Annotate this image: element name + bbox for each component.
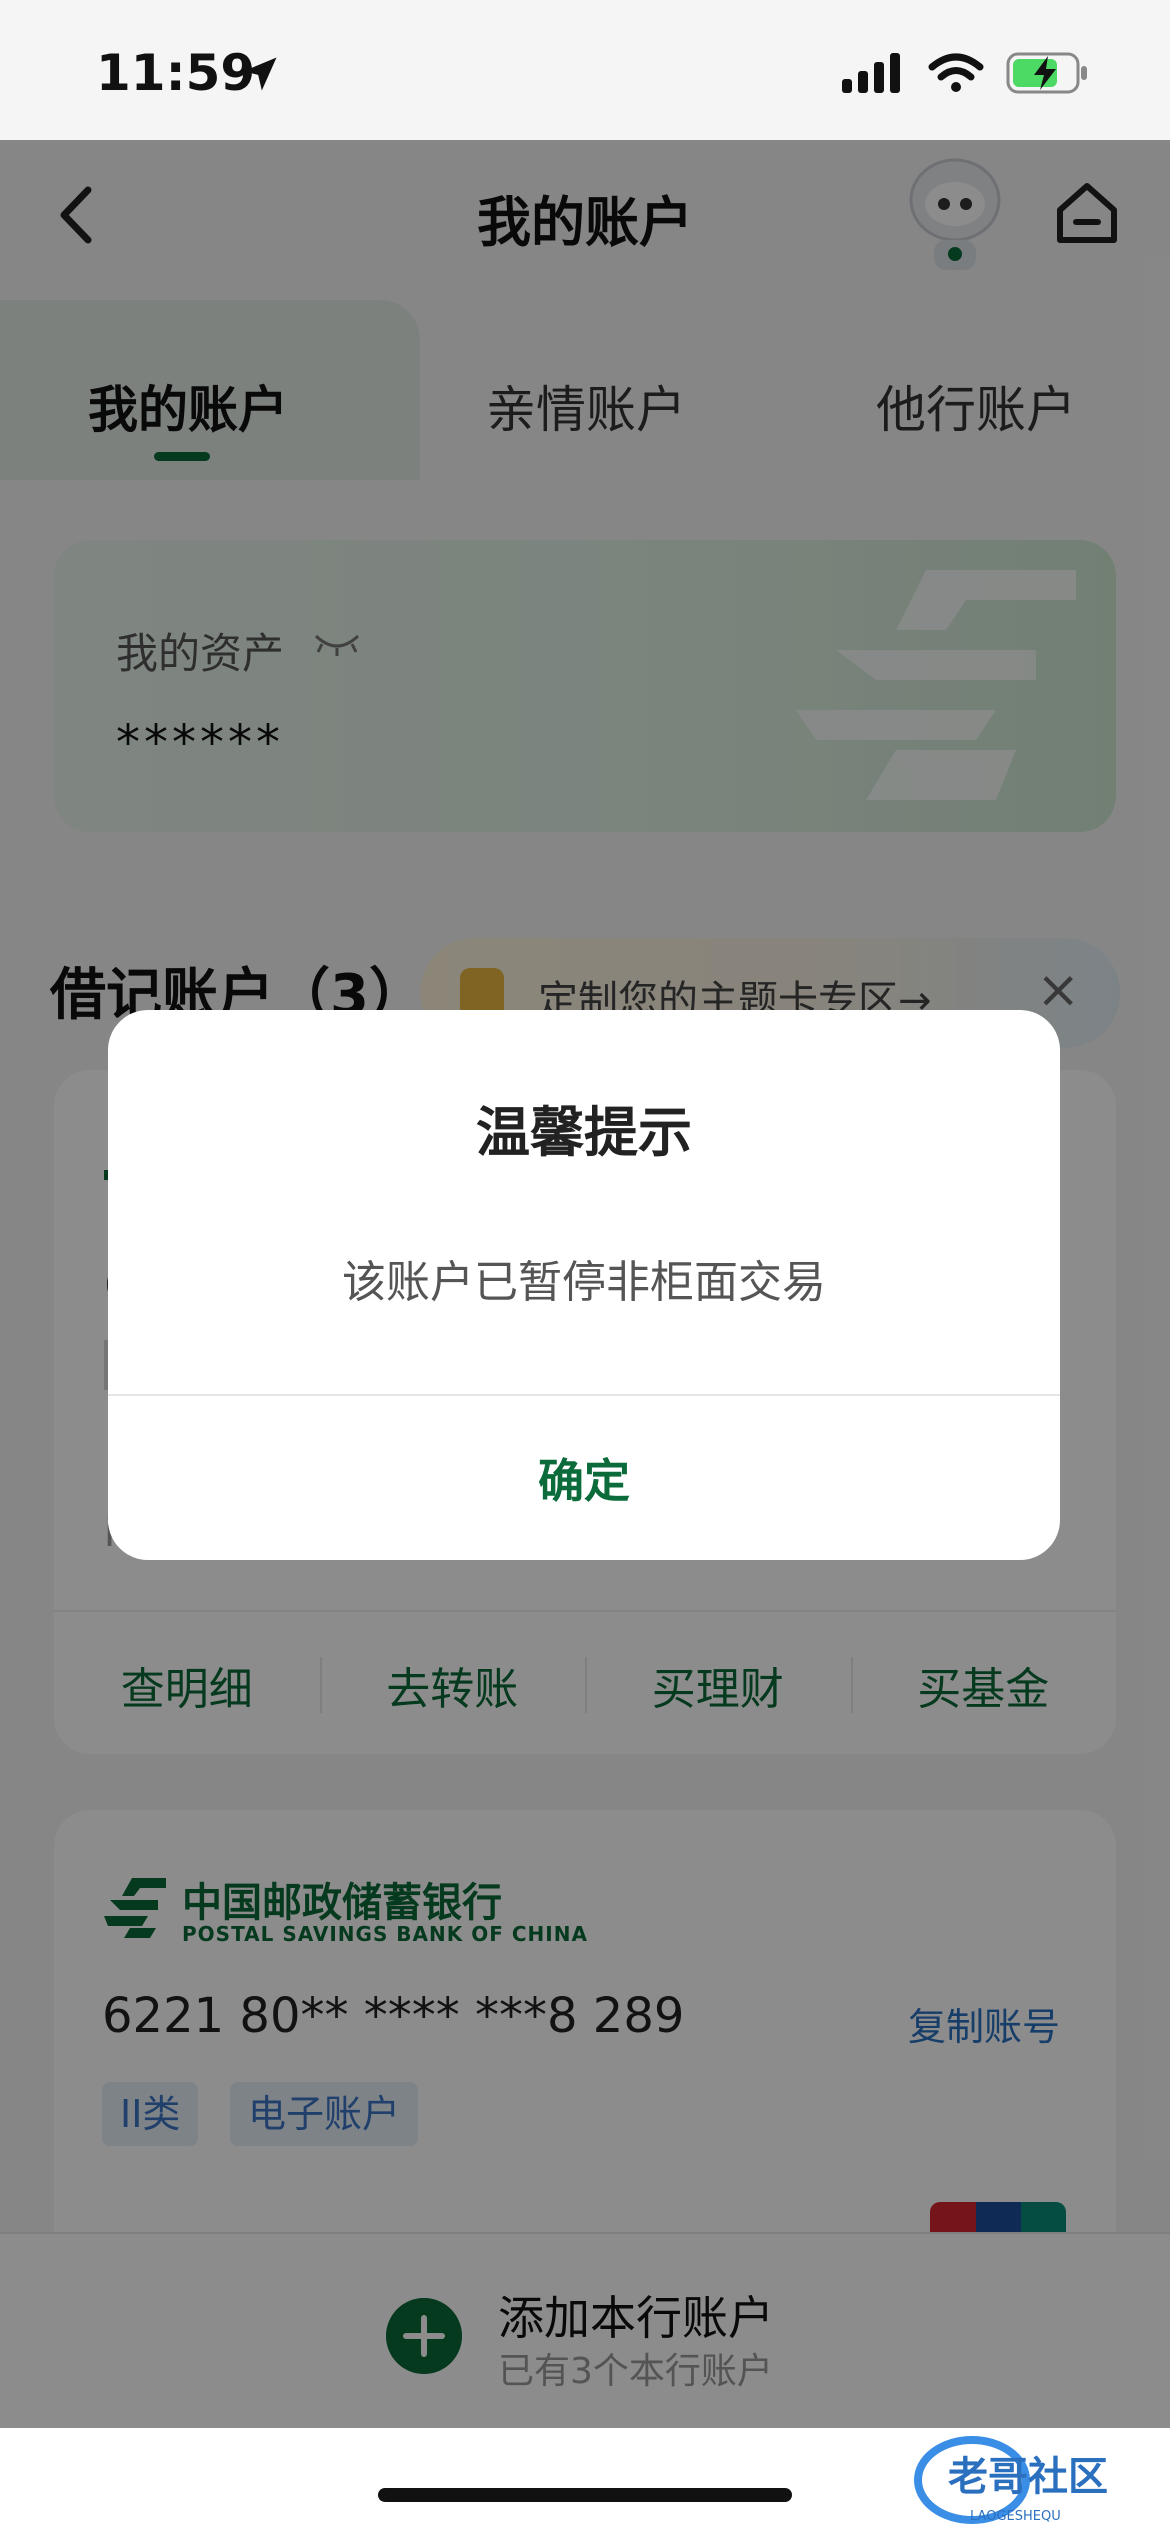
confirm-button[interactable]: 确定	[108, 1396, 1060, 1560]
site-watermark-logo: 老哥社区 LAOGESHEQU	[914, 2436, 1108, 2524]
home-indicator[interactable]	[378, 2488, 792, 2502]
status-time: 11:59	[96, 44, 256, 102]
status-icons	[842, 52, 1090, 94]
alert-dialog: 温馨提示 该账户已暂停非柜面交易 确定	[108, 1010, 1060, 1560]
svg-text:老哥社区: 老哥社区	[948, 2454, 1108, 2500]
dialog-title: 温馨提示	[476, 1101, 692, 1164]
cellular-signal-icon	[842, 53, 900, 93]
location-arrow-icon	[243, 57, 277, 91]
dialog-message: 该账户已暂停非柜面交易	[342, 1257, 826, 1308]
svg-text:LAOGESHEQU: LAOGESHEQU	[970, 2509, 1061, 2524]
wifi-icon	[928, 53, 984, 92]
status-bar: 11:59	[0, 0, 1170, 140]
battery-charging-icon	[1006, 52, 1087, 94]
